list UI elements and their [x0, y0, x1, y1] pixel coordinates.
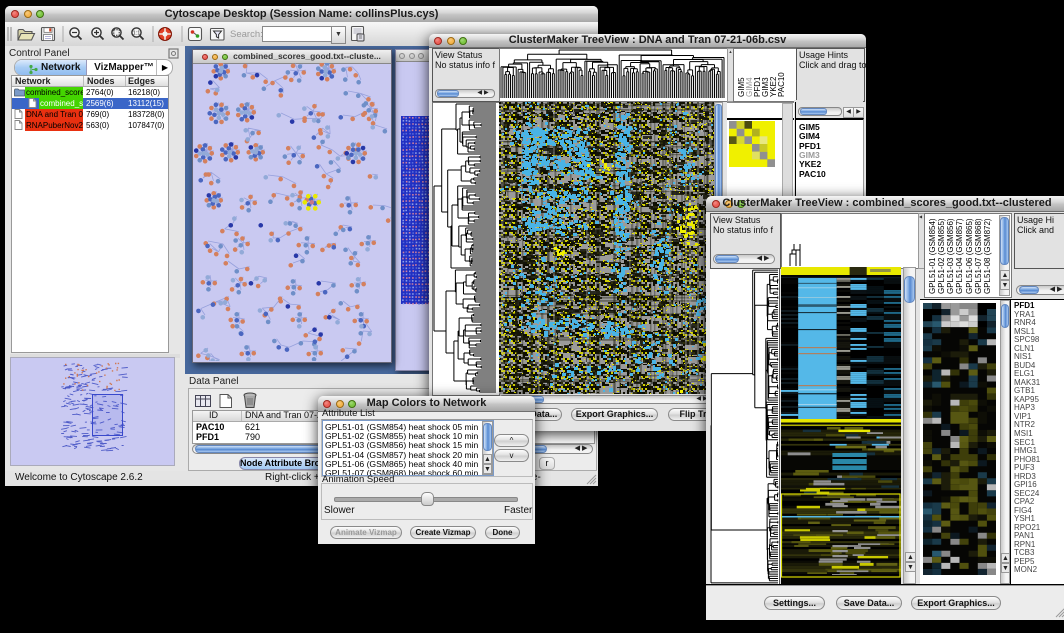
svg-text:1:1: 1:1 [133, 31, 141, 37]
